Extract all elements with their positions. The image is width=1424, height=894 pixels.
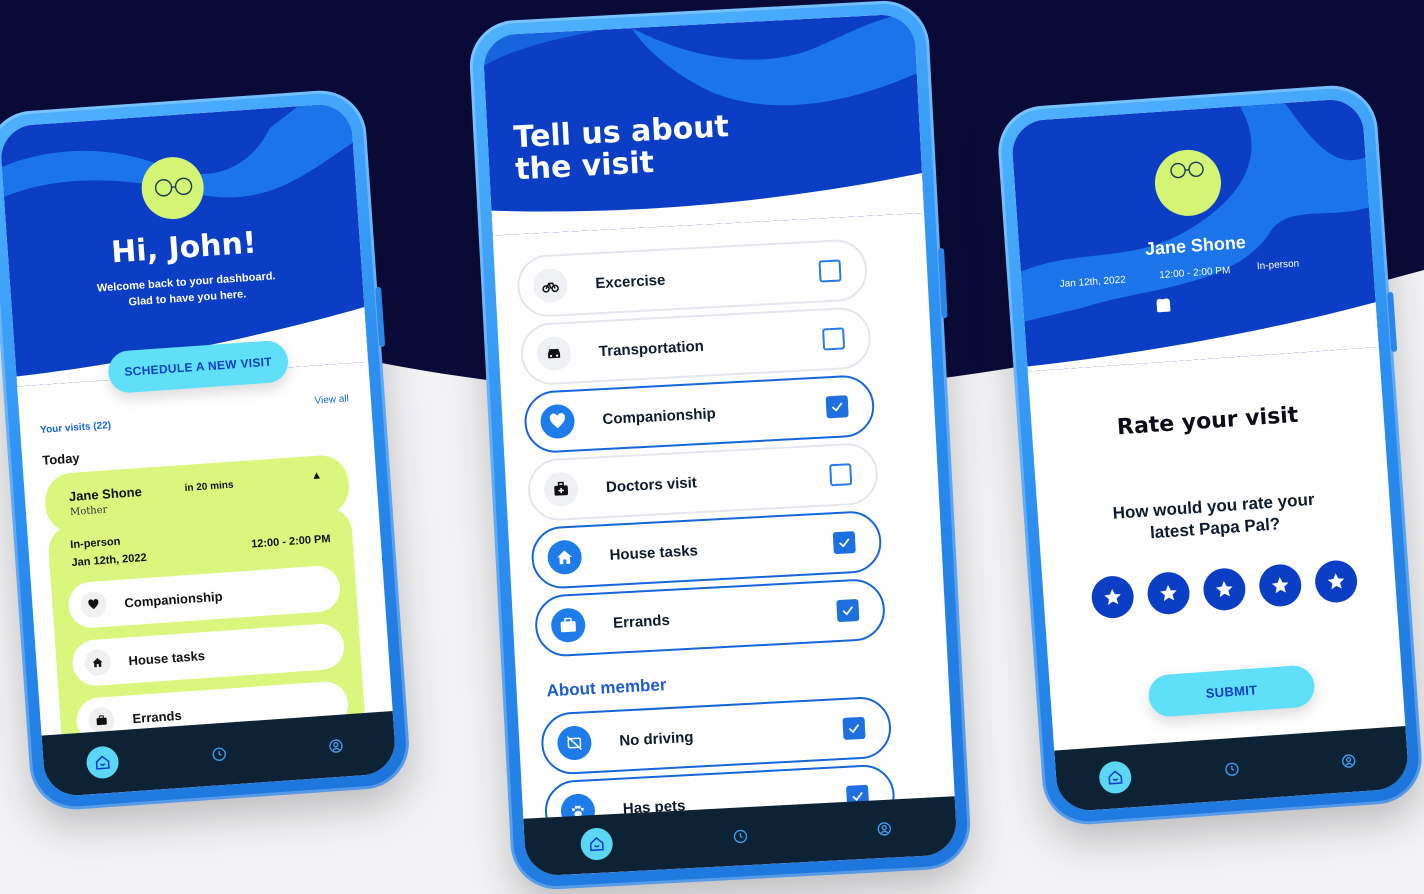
visit-member-relation: Mother <box>69 504 108 519</box>
heart-icon <box>79 590 108 619</box>
rating-screen: Jane Shone Jan 12th, 2022 12:00 - 2:00 P… <box>1010 97 1410 813</box>
option-label: Companionship <box>602 404 717 428</box>
checkbox-checked[interactable] <box>836 598 860 623</box>
view-all-link[interactable]: View all <box>314 393 349 406</box>
briefcase-icon <box>550 607 587 644</box>
option-label: Transportation <box>598 337 705 360</box>
visit-form-header: Tell us about the visit <box>482 13 925 236</box>
checkbox-checked[interactable] <box>825 395 849 419</box>
rating-title: Rate your visit <box>1116 402 1300 441</box>
phone-visit-form: Tell us about the visit Excercise Transp… <box>467 0 973 892</box>
option-house-tasks[interactable]: House tasks <box>530 509 883 590</box>
dashboard-screen: Hi, John! Welcome back to your dashboard… <box>0 102 398 798</box>
profile-icon[interactable] <box>319 729 353 763</box>
option-label: Doctors visit <box>605 473 698 496</box>
your-visits-label: Your visits (22) <box>39 420 112 436</box>
home-icon[interactable] <box>85 745 120 780</box>
avatar <box>139 155 206 222</box>
visit-member-name: Jane Shone <box>68 484 143 505</box>
star-icon[interactable] <box>1090 574 1136 620</box>
star-icon[interactable] <box>1257 563 1303 608</box>
checkbox[interactable] <box>818 259 842 283</box>
visit-date: Jan 12th, 2022 <box>71 551 148 570</box>
star-icon[interactable] <box>1201 566 1247 612</box>
option-exercise[interactable]: Excercise <box>515 238 869 319</box>
star-rating <box>1090 559 1359 620</box>
about-member-heading: About member <box>546 675 667 701</box>
visit-mode: In-person <box>69 535 121 552</box>
checkbox-checked[interactable] <box>842 716 866 740</box>
star-icon[interactable] <box>1146 570 1191 616</box>
star-icon[interactable] <box>1313 559 1359 604</box>
service-label: House tasks <box>127 647 206 668</box>
today-heading: Today <box>41 450 81 468</box>
phone-dashboard: Hi, John! Welcome back to your dashboard… <box>0 87 412 813</box>
home-icon[interactable] <box>579 827 614 861</box>
checkbox[interactable] <box>829 463 853 487</box>
home-icon <box>546 539 583 576</box>
service-label: Errands <box>132 707 183 726</box>
rating-header: Jane Shone Jan 12th, 2022 12:00 - 2:00 P… <box>1010 97 1379 372</box>
option-label: No driving <box>618 728 694 750</box>
checkbox-checked[interactable] <box>832 531 856 555</box>
visit-form-screen: Tell us about the visit Excercise Transp… <box>482 13 958 877</box>
car-icon <box>536 335 572 372</box>
option-companionship[interactable]: Companionship <box>522 373 876 455</box>
clock-icon[interactable] <box>724 820 758 854</box>
clock-icon[interactable] <box>1215 752 1249 786</box>
service-house-tasks[interactable]: House tasks <box>71 622 346 688</box>
option-no-driving[interactable]: No driving <box>539 695 893 776</box>
profile-icon[interactable] <box>1332 744 1366 778</box>
option-label: House tasks <box>609 541 699 564</box>
no-car-icon <box>556 725 593 761</box>
heart-icon <box>539 403 576 440</box>
avatar <box>1152 147 1224 219</box>
service-label: Companionship <box>123 588 223 610</box>
bottom-nav <box>1054 726 1410 813</box>
option-transportation[interactable]: Transportation <box>519 306 873 387</box>
profile-icon[interactable] <box>868 812 902 846</box>
option-label: Errands <box>612 611 671 632</box>
home-icon <box>83 648 112 677</box>
visit-time: 12:00 - 2:00 PM <box>250 532 331 551</box>
clock-icon[interactable] <box>202 737 236 771</box>
medical-bag-icon <box>543 471 579 508</box>
collapse-icon[interactable]: ▲ <box>311 469 323 482</box>
phone-rating: Jane Shone Jan 12th, 2022 12:00 - 2:00 P… <box>995 82 1424 828</box>
checkbox[interactable] <box>822 327 846 351</box>
option-errands[interactable]: Errands <box>533 577 887 658</box>
dashboard-header: Hi, John! Welcome back to your dashboard… <box>0 102 369 387</box>
home-icon[interactable] <box>1097 760 1132 795</box>
visit-eta: in 20 mins <box>184 479 234 495</box>
option-label: Excercise <box>594 271 666 292</box>
option-doctors-visit[interactable]: Doctors visit <box>526 441 880 523</box>
bicycle-icon <box>532 267 569 304</box>
submit-button[interactable]: SUBMIT <box>1147 664 1316 718</box>
service-companionship[interactable]: Companionship <box>66 564 342 630</box>
